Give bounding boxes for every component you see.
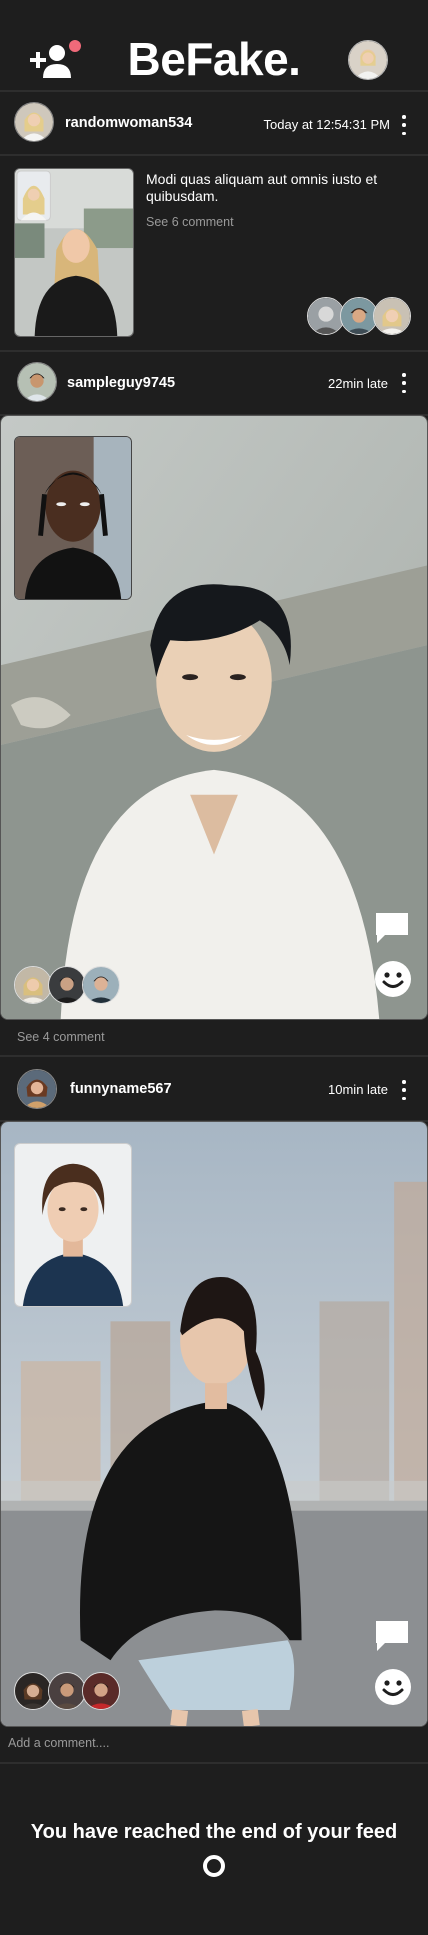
end-of-feed-message: You have reached the end of your feed [30,1821,398,1843]
chat-bubble-icon [376,913,408,943]
divider [0,1055,428,1057]
add-comment-input[interactable]: Add a comment.... [8,1736,109,1750]
chat-bubble-icon [376,1621,408,1651]
more-options-button[interactable] [398,115,410,135]
user-avatar[interactable] [17,362,57,402]
app-header: BeFake. [0,0,428,90]
smiley-icon [375,1669,411,1705]
comment-button[interactable] [373,910,411,946]
post-username[interactable]: sampleguy9745 [67,375,175,391]
user-avatar[interactable] [17,1069,57,1109]
see-comments-link[interactable]: See 6 comment [146,215,234,229]
reaction-avatar [82,1672,120,1710]
profile-avatar[interactable] [348,40,388,80]
post-photo[interactable] [14,168,134,337]
react-button[interactable] [374,1668,412,1706]
divider [0,154,428,156]
reaction-avatar [14,966,52,1004]
inset-selfie[interactable] [14,1143,132,1307]
loading-ring-icon [203,1855,225,1877]
comment-button[interactable] [373,1618,411,1654]
post-caption: Modi quas aliquam aut omnis iusto et qui… [146,171,378,204]
more-options-button[interactable] [398,373,410,393]
reaction-avatar [48,966,86,1004]
post-time: Today at 12:54:31 PM [263,117,390,132]
header-divider [0,90,428,92]
post-username[interactable]: randomwoman534 [65,115,192,131]
divider [0,350,428,352]
post-time: 10min late [328,1082,388,1097]
user-avatar[interactable] [14,102,54,142]
reaction-avatar [82,966,120,1004]
react-button[interactable] [374,960,412,998]
reaction-avatar [373,297,411,335]
divider [0,1762,428,1764]
post-username[interactable]: funnyname567 [70,1081,172,1097]
reaction-avatar [48,1672,86,1710]
smiley-icon [375,961,411,997]
see-comments-link[interactable]: See 4 comment [17,1030,105,1044]
post-time: 22min late [328,376,388,391]
inset-selfie[interactable] [14,436,132,600]
more-options-button[interactable] [398,1080,410,1100]
reaction-avatar [14,1672,52,1710]
